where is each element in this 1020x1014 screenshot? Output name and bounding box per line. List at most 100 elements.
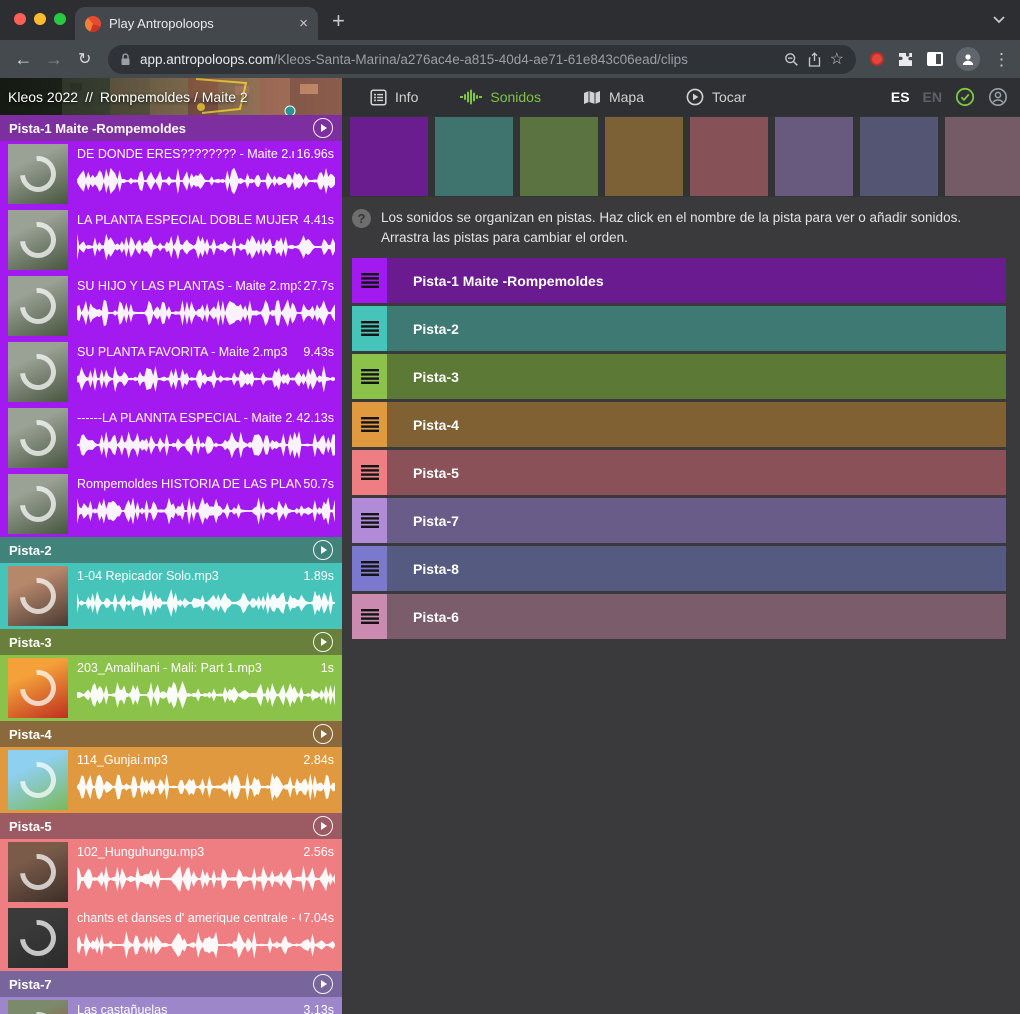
share-icon[interactable]: [808, 52, 821, 67]
row-track-name[interactable]: Pista-8: [413, 561, 459, 577]
back-button[interactable]: ←: [10, 49, 37, 70]
record-indicator-icon[interactable]: [870, 52, 884, 66]
track-row[interactable]: Pista-6: [352, 594, 1006, 639]
forward-button[interactable]: →: [41, 49, 68, 70]
drag-handle[interactable]: [352, 258, 387, 303]
clip-item[interactable]: ------LA PLANNTA ESPECIAL - Maite 2.mp34…: [0, 405, 342, 471]
clip-item[interactable]: 1-04 Repicador Solo.mp31.89s: [0, 563, 342, 629]
play-track-button[interactable]: [313, 632, 333, 652]
track-header[interactable]: Pista-7: [0, 971, 342, 997]
lang-en-button[interactable]: EN: [923, 89, 942, 105]
zoom-page-icon[interactable]: [784, 52, 799, 67]
drag-handle[interactable]: [352, 306, 387, 351]
drag-handle[interactable]: [352, 546, 387, 591]
track-row[interactable]: Pista-3: [352, 354, 1006, 399]
url-text[interactable]: app.antropoloops.com/Kleos-Santa-Marina/…: [140, 52, 775, 67]
tab-sonidos[interactable]: Sonidos: [460, 89, 541, 105]
minimize-window-button[interactable]: [34, 13, 46, 25]
project-map-header[interactable]: Kleos 2022 // Rompemoldes / Maite 2: [0, 78, 342, 115]
waveform[interactable]: [77, 298, 335, 328]
clip-item[interactable]: DE DONDE ERES???????? - Maite 2.mp316.96…: [0, 141, 342, 207]
tab-sonidos-label: Sonidos: [490, 89, 541, 105]
row-track-name[interactable]: Pista-2: [413, 321, 459, 337]
play-track-button[interactable]: [313, 974, 333, 994]
address-bar[interactable]: app.antropoloops.com/Kleos-Santa-Marina/…: [108, 45, 856, 74]
play-track-button[interactable]: [313, 540, 333, 560]
clip-item[interactable]: 203_Amalihani - Mali: Part 1.mp31s: [0, 655, 342, 721]
clip-item[interactable]: SU PLANTA FAVORITA - Maite 2.mp39.43s: [0, 339, 342, 405]
clip-item[interactable]: SU HIJO Y LAS PLANTAS - Maite 2.mp327.7s: [0, 273, 342, 339]
maximize-window-button[interactable]: [54, 13, 66, 25]
waveform[interactable]: [77, 680, 335, 710]
chrome-menu-kebab-icon[interactable]: ⋮: [993, 51, 1010, 68]
clip-item[interactable]: Rompemoldes HISTORIA DE LAS PLANTAS...50…: [0, 471, 342, 537]
track-name[interactable]: Pista-4: [9, 727, 52, 742]
tab-mapa[interactable]: Mapa: [583, 89, 644, 105]
new-tab-button[interactable]: +: [332, 6, 345, 36]
bookmark-star-icon[interactable]: ☆: [830, 49, 844, 69]
drag-handle[interactable]: [352, 402, 387, 447]
row-track-name[interactable]: Pista-1 Maite -Rompemoldes: [413, 273, 604, 289]
track-name[interactable]: Pista-2: [9, 543, 52, 558]
play-track-button[interactable]: [313, 816, 333, 836]
close-window-button[interactable]: [14, 13, 26, 25]
track-row[interactable]: Pista-7: [352, 498, 1006, 543]
track-header[interactable]: Pista-5: [0, 813, 342, 839]
tab-search-chevron-icon[interactable]: [992, 14, 1006, 24]
drag-handle[interactable]: [352, 594, 387, 639]
track-row[interactable]: Pista-5: [352, 450, 1006, 495]
sync-check-icon[interactable]: [955, 87, 975, 107]
breadcrumb-project[interactable]: Kleos 2022: [8, 89, 78, 105]
track-row[interactable]: Pista-1 Maite -Rompemoldes: [352, 258, 1006, 303]
clip-item[interactable]: chants et danses d' amerique centrale - …: [0, 905, 342, 971]
row-track-name[interactable]: Pista-4: [413, 417, 459, 433]
waveform[interactable]: [77, 232, 335, 262]
tab-info[interactable]: Info: [370, 89, 418, 106]
account-icon[interactable]: [988, 87, 1008, 107]
waveform[interactable]: [77, 364, 335, 394]
reload-button[interactable]: ↻: [71, 49, 98, 69]
waveform[interactable]: [77, 864, 335, 894]
track-header[interactable]: Pista-3: [0, 629, 342, 655]
drag-handle[interactable]: [352, 450, 387, 495]
browser-tab[interactable]: Play Antropoloops ×: [75, 7, 318, 40]
side-panel-icon[interactable]: [927, 52, 943, 66]
track-name[interactable]: Pista-1 Maite -Rompemoldes: [9, 121, 186, 136]
row-track-name[interactable]: Pista-3: [413, 369, 459, 385]
track-name[interactable]: Pista-5: [9, 819, 52, 834]
waveform[interactable]: [77, 496, 335, 526]
track-name[interactable]: Pista-3: [9, 635, 52, 650]
extensions-puzzle-icon[interactable]: [897, 51, 914, 68]
track-row[interactable]: Pista-4: [352, 402, 1006, 447]
clip-item[interactable]: LA PLANTA ESPECIAL DOBLE MUJER - Mai...4…: [0, 207, 342, 273]
breadcrumb[interactable]: Kleos 2022 // Rompemoldes / Maite 2: [8, 78, 248, 115]
waveform[interactable]: [77, 772, 335, 802]
track-row[interactable]: Pista-8: [352, 546, 1006, 591]
lang-es-button[interactable]: ES: [891, 89, 910, 105]
waveform[interactable]: [77, 430, 335, 460]
breadcrumb-path[interactable]: Rompemoldes / Maite 2: [100, 89, 248, 105]
waveform[interactable]: [77, 588, 335, 618]
row-track-name[interactable]: Pista-6: [413, 609, 459, 625]
track-header[interactable]: Pista-4: [0, 721, 342, 747]
tab-close-icon[interactable]: ×: [299, 15, 308, 32]
row-track-name[interactable]: Pista-5: [413, 465, 459, 481]
macos-traffic-lights[interactable]: [14, 13, 66, 25]
waveform[interactable]: [77, 930, 335, 960]
drag-handle[interactable]: [352, 498, 387, 543]
profile-avatar[interactable]: [956, 47, 980, 71]
play-track-button[interactable]: [313, 118, 333, 138]
waveform[interactable]: [77, 166, 335, 196]
clip-item[interactable]: 102_Hunguhungu.mp32.56s: [0, 839, 342, 905]
track-name[interactable]: Pista-7: [9, 977, 52, 992]
drag-handle[interactable]: [352, 354, 387, 399]
play-track-button[interactable]: [313, 724, 333, 744]
track-header[interactable]: Pista-1 Maite -Rompemoldes: [0, 115, 342, 141]
row-track-name[interactable]: Pista-7: [413, 513, 459, 529]
drag-bars-icon: [361, 321, 379, 336]
tab-tocar[interactable]: Tocar: [686, 88, 746, 106]
clip-item[interactable]: 114_Gunjai.mp32.84s: [0, 747, 342, 813]
track-header[interactable]: Pista-2: [0, 537, 342, 563]
track-row[interactable]: Pista-2: [352, 306, 1006, 351]
clip-item[interactable]: Las castañuelas3.13s: [0, 997, 342, 1014]
